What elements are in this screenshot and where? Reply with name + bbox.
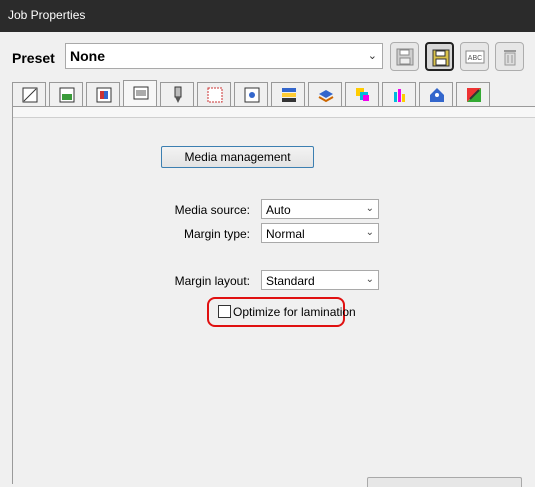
rename-icon: ABC (465, 50, 485, 64)
tag-icon (430, 88, 444, 102)
bars-icon (394, 89, 405, 102)
panel-header-strip (13, 107, 535, 118)
margin-layout-label: Margin layout: (174, 274, 250, 288)
svg-text:ABC: ABC (468, 55, 482, 62)
layout-icon (22, 87, 38, 103)
tab-stack[interactable] (271, 82, 305, 106)
chevron-down-icon: ⌄ (367, 50, 377, 62)
margin-layout-value: Standard (266, 274, 315, 288)
image-icon (59, 87, 75, 103)
chevron-down-icon: ⌄ (365, 203, 374, 214)
tab-pen[interactable] (160, 82, 194, 106)
stack-icon (282, 88, 296, 102)
tab-media[interactable] (123, 80, 157, 107)
media-source-label: Media source: (174, 203, 250, 217)
tab-image[interactable] (49, 82, 83, 106)
optimize-lamination-checkbox[interactable] (218, 305, 231, 318)
tab-bars[interactable] (382, 82, 416, 106)
margin-type-label: Margin type: (183, 227, 250, 241)
chevron-down-icon: ⌄ (365, 227, 374, 238)
cmyk-icon (356, 88, 369, 101)
margin-layout-select[interactable]: Standard ⌄ (261, 270, 379, 290)
tab-color-page[interactable] (86, 82, 120, 106)
tab-layers[interactable] (308, 82, 342, 106)
palette-icon (467, 88, 481, 102)
target-icon (244, 87, 260, 103)
tab-palette[interactable] (456, 82, 490, 106)
window-title: Job Properties (8, 8, 86, 22)
grid-icon (207, 87, 223, 103)
printer-icon (133, 86, 149, 100)
save-as-icon (432, 49, 450, 67)
optimize-lamination-label[interactable]: Optimize for lamination (233, 305, 356, 319)
chevron-down-icon: ⌄ (365, 274, 374, 285)
tab-tag[interactable] (419, 82, 453, 106)
margin-type-select[interactable]: Normal ⌄ (261, 223, 379, 243)
title-bar: Job Properties (0, 0, 535, 32)
tab-target[interactable] (234, 82, 268, 106)
margin-type-value: Normal (266, 227, 305, 241)
save-as-preset-button[interactable] (425, 42, 454, 71)
bottom-button-edge[interactable] (367, 477, 522, 487)
delete-icon (504, 50, 516, 66)
delete-preset-button[interactable] (495, 42, 524, 71)
media-source-value: Auto (266, 203, 291, 217)
preset-label: Preset (12, 50, 55, 66)
tab-cmyk[interactable] (345, 82, 379, 106)
tab-grid[interactable] (197, 82, 231, 106)
media-management-button[interactable]: Media management (161, 146, 314, 168)
preset-row: Preset None ⌄ ABC (0, 32, 535, 80)
preset-value: None (70, 48, 105, 64)
media-source-select[interactable]: Auto ⌄ (261, 199, 379, 219)
save-icon (396, 48, 414, 66)
color-page-icon (96, 87, 112, 103)
preset-select[interactable]: None ⌄ (65, 43, 383, 69)
save-preset-button[interactable] (390, 42, 419, 71)
rename-preset-button[interactable]: ABC (460, 42, 489, 71)
pen-icon (174, 86, 182, 103)
layers-icon (318, 90, 334, 103)
tab-layout[interactable] (12, 82, 46, 106)
